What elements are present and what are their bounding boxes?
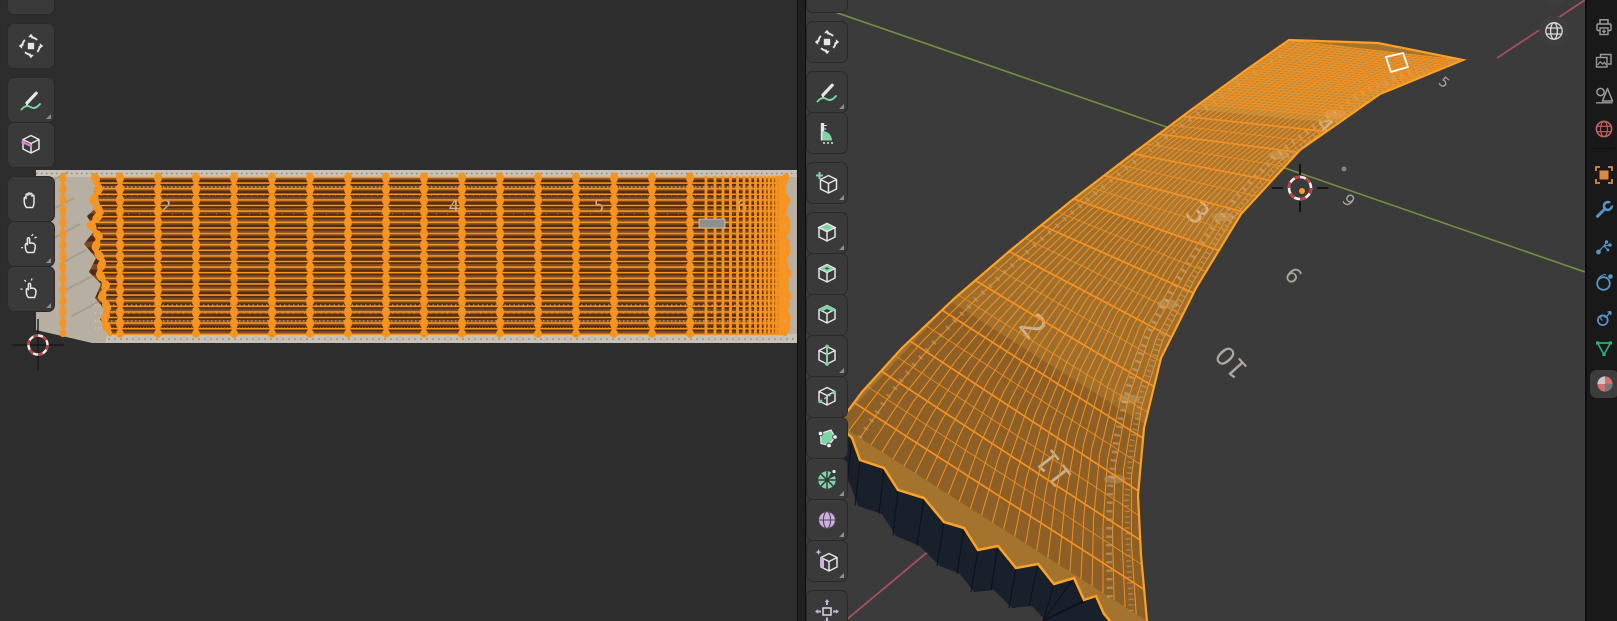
uv-editor-canvas[interactable]: 23456: [0, 0, 806, 621]
tool-rip-region[interactable]: [8, 123, 54, 167]
tool-shrink-fatten[interactable]: [807, 591, 847, 621]
uv-active-face: [699, 219, 725, 228]
transform-icon: [814, 29, 840, 55]
uv-toolbar: [8, 0, 54, 312]
tool-spin[interactable]: [807, 459, 847, 499]
tool-group-indicator: [839, 491, 844, 496]
tool-extrude-region[interactable]: [807, 213, 847, 253]
tool-edge-slide[interactable]: [807, 541, 847, 581]
transform-icon: [18, 33, 44, 59]
tool-select-box[interactable]: [8, 0, 54, 14]
material-tab-icon: [1594, 373, 1616, 395]
tool-transform[interactable]: [807, 22, 847, 62]
properties-tab-output[interactable]: [1590, 13, 1617, 41]
properties-tab-material[interactable]: [1590, 370, 1617, 398]
grab-icon: [18, 186, 44, 212]
constraints-tab-icon: [1593, 307, 1615, 329]
pinch-icon: [18, 276, 44, 302]
loop-cut-icon: [814, 343, 840, 369]
particles-tab-icon: [1593, 235, 1615, 257]
properties-tab-scene[interactable]: [1590, 81, 1617, 109]
world-tab-icon: [1593, 118, 1615, 140]
view-layer-tab-icon: [1593, 50, 1615, 72]
tool-group-indicator: [839, 368, 844, 373]
tool-knife[interactable]: [807, 377, 847, 417]
bevel-icon: [814, 302, 840, 328]
poly-build-icon: [814, 425, 840, 451]
relax-icon: [18, 231, 44, 257]
inset-faces-icon: [814, 261, 840, 287]
measure-icon: [814, 120, 840, 146]
add-cube-icon: [814, 170, 840, 196]
tool-loop-cut[interactable]: [807, 336, 847, 376]
shrink-fatten-icon: [814, 598, 840, 621]
properties-tab-object-data[interactable]: [1590, 334, 1617, 362]
tool-inset-faces[interactable]: [807, 254, 847, 294]
tool-pinch[interactable]: [8, 267, 54, 311]
edge-slide-icon: [814, 548, 840, 574]
tool-transform[interactable]: [8, 24, 54, 68]
tool-group-indicator: [839, 245, 844, 250]
properties-tab-particles[interactable]: [1590, 232, 1617, 260]
properties-tab-physics[interactable]: [1590, 268, 1617, 296]
tool-relax[interactable]: [8, 222, 54, 266]
tool-group-indicator: [46, 114, 51, 119]
smooth-icon: [814, 507, 840, 533]
extrude-region-icon: [814, 220, 840, 246]
tool-select-box[interactable]: [807, 0, 847, 12]
object-tab-icon: [1593, 164, 1615, 186]
tool-bevel[interactable]: [807, 295, 847, 335]
tool-group-indicator: [839, 532, 844, 537]
scene-tab-icon: [1593, 84, 1615, 106]
tool-grab[interactable]: [8, 177, 54, 221]
tool-smooth[interactable]: [807, 500, 847, 540]
modifiers-tab-icon: [1593, 199, 1615, 221]
annotate-icon: [814, 79, 840, 105]
properties-tab-modifiers[interactable]: [1590, 196, 1617, 224]
physics-tab-icon: [1593, 271, 1615, 293]
tool-annotate[interactable]: [807, 72, 847, 112]
output-tab-icon: [1593, 16, 1615, 38]
object-data-tab-icon: [1593, 337, 1615, 359]
viewport-toolbar: [807, 0, 847, 621]
tool-annotate[interactable]: [8, 78, 54, 122]
spin-icon: [814, 466, 840, 492]
select-box-icon: [18, 0, 44, 5]
tool-poly-build[interactable]: [807, 418, 847, 458]
properties-tab-world[interactable]: [1590, 115, 1617, 143]
properties-tab-constraints[interactable]: [1590, 304, 1617, 332]
tool-group-indicator: [839, 104, 844, 109]
tool-group-indicator: [46, 258, 51, 263]
tool-group-indicator: [839, 195, 844, 200]
tool-add-cube[interactable]: [807, 163, 847, 203]
viewport-3d-canvas[interactable]: 2345111096: [806, 0, 1585, 621]
tool-group-indicator: [839, 573, 844, 578]
annotate-icon: [18, 87, 44, 113]
tab-group-separator: [1591, 148, 1615, 149]
tool-group-indicator: [46, 303, 51, 308]
knife-icon: [814, 384, 840, 410]
properties-tab-strip: [1585, 0, 1617, 621]
tool-measure[interactable]: [807, 113, 847, 153]
properties-tab-view-layer[interactable]: [1590, 47, 1617, 75]
rip-region-icon: [18, 132, 44, 158]
select-box-icon: [814, 0, 840, 5]
properties-tab-object[interactable]: [1590, 161, 1617, 189]
blender-window: { "app": {"name": "Blender", "view": "UV…: [0, 0, 1617, 621]
